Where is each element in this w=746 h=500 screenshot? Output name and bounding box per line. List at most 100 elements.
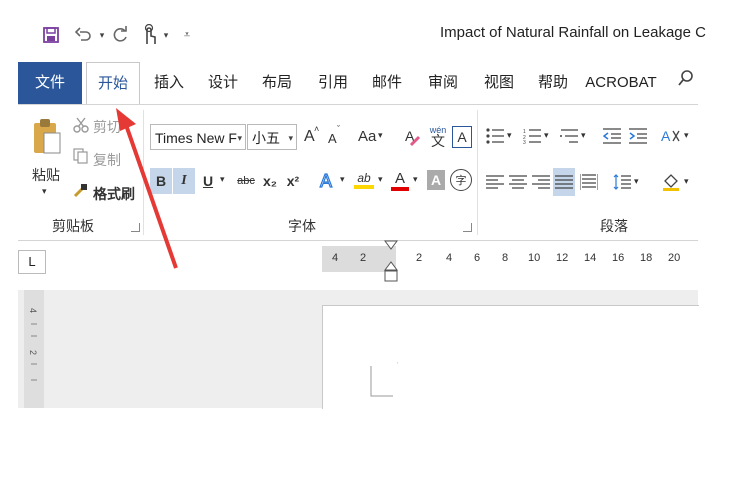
character-border-button[interactable]: A bbox=[452, 126, 472, 148]
increase-indent-icon[interactable] bbox=[627, 124, 649, 148]
undo-dropdown-icon[interactable]: ▾ bbox=[96, 22, 108, 48]
underline-dropdown-icon[interactable]: ▾ bbox=[220, 174, 225, 185]
bold-button[interactable]: B bbox=[150, 168, 172, 194]
tab-selector-button[interactable]: L bbox=[18, 250, 46, 274]
font-name-value: Times New F bbox=[155, 130, 237, 146]
numbering-icon[interactable]: 123 bbox=[521, 124, 543, 148]
search-icon[interactable] bbox=[674, 62, 698, 104]
change-case-dropdown-icon[interactable]: ▾ bbox=[378, 130, 383, 141]
tab-file[interactable]: 文件 bbox=[18, 62, 82, 104]
ruler-tick: 2 bbox=[360, 252, 367, 264]
font-size-combo[interactable]: 小五 ▾ bbox=[247, 124, 297, 150]
touch-dropdown-icon[interactable]: ▾ bbox=[160, 22, 172, 48]
chevron-down-icon: ▾ bbox=[237, 133, 242, 143]
touch-icon[interactable] bbox=[136, 22, 162, 48]
chinese-layout-icon[interactable]: A bbox=[660, 124, 682, 148]
tab-acrobat[interactable]: ACROBAT bbox=[584, 62, 658, 104]
paragraph-group-label: 段落 bbox=[600, 218, 628, 234]
tab-help[interactable]: 帮助 bbox=[530, 62, 576, 104]
line-spacing-dropdown-icon[interactable]: ▾ bbox=[634, 176, 639, 187]
ruler-tick: 14 bbox=[584, 252, 597, 264]
font-color-button[interactable]: A bbox=[390, 166, 410, 194]
enclose-characters-button[interactable]: 字 bbox=[450, 169, 472, 191]
shrink-font-button[interactable]: A bbox=[328, 131, 337, 146]
quick-access-toolbar: ▾ ▾ ⩡ Impact of Natural Rainfall on Leak… bbox=[0, 0, 746, 60]
superscript-button[interactable]: x² bbox=[283, 168, 303, 194]
svg-text:2: 2 bbox=[28, 350, 38, 355]
clear-formatting-icon[interactable]: A bbox=[402, 126, 422, 148]
ribbon-tabs: 文件 开始 插入 设计 布局 引用 邮件 审阅 视图 帮助 ACROBAT bbox=[18, 62, 698, 106]
tab-view[interactable]: 视图 bbox=[476, 62, 522, 104]
distributed-icon[interactable] bbox=[578, 170, 600, 194]
tab-review[interactable]: 审阅 bbox=[420, 62, 466, 104]
strikethrough-button[interactable]: abc bbox=[234, 168, 258, 194]
indent-marker-icon[interactable] bbox=[384, 240, 398, 284]
shading-icon[interactable] bbox=[660, 168, 682, 194]
format-painter-icon[interactable] bbox=[72, 181, 90, 199]
bullets-icon[interactable] bbox=[484, 124, 506, 148]
line-spacing-icon[interactable] bbox=[611, 170, 633, 194]
bullets-dropdown-icon[interactable]: ▾ bbox=[507, 130, 512, 141]
character-shading-button[interactable]: A bbox=[427, 170, 445, 190]
cut-label[interactable]: 剪切 bbox=[93, 117, 121, 137]
highlight-dropdown-icon[interactable]: ▾ bbox=[378, 174, 383, 185]
multilevel-dropdown-icon[interactable]: ▾ bbox=[581, 130, 586, 141]
document-title: Impact of Natural Rainfall on Leakage C bbox=[440, 24, 706, 41]
font-launcher-icon[interactable] bbox=[463, 223, 472, 232]
clipboard-launcher-icon[interactable] bbox=[131, 223, 140, 232]
clipboard-group-label: 剪贴板 bbox=[52, 218, 94, 234]
ruler-tick: 8 bbox=[502, 252, 509, 264]
highlight-button[interactable]: ab bbox=[352, 166, 376, 194]
font-name-combo[interactable]: Times New F ▾ bbox=[150, 124, 246, 150]
chevron-down-icon: ▾ bbox=[288, 133, 293, 143]
format-painter-label[interactable]: 格式刷 bbox=[93, 184, 135, 204]
text-effects-icon[interactable]: A bbox=[316, 166, 338, 194]
text-effects-dropdown-icon[interactable]: ▾ bbox=[340, 174, 345, 185]
phonetic-guide-icon[interactable]: wén 文 bbox=[428, 122, 448, 150]
save-icon[interactable] bbox=[38, 22, 64, 48]
numbering-dropdown-icon[interactable]: ▾ bbox=[544, 130, 549, 141]
copy-label[interactable]: 复制 bbox=[93, 150, 121, 170]
chinese-layout-dropdown-icon[interactable]: ▾ bbox=[684, 130, 689, 141]
vertical-ruler[interactable]: 42 bbox=[24, 290, 44, 408]
paste-dropdown-icon[interactable]: ▾ bbox=[42, 186, 47, 197]
align-center-icon[interactable] bbox=[507, 170, 529, 194]
subscript-button[interactable]: x₂ bbox=[260, 168, 280, 194]
cut-icon[interactable] bbox=[72, 116, 90, 134]
ruler-tick: 16 bbox=[612, 252, 625, 264]
ruler-tick: 4 bbox=[446, 252, 453, 264]
multilevel-list-icon[interactable] bbox=[558, 124, 580, 148]
customize-icon[interactable]: ⩡ bbox=[180, 22, 194, 48]
tab-home[interactable]: 开始 bbox=[86, 62, 140, 106]
ruler-tick: 10 bbox=[528, 252, 541, 264]
grow-caret-icon: ˄ bbox=[314, 124, 320, 134]
ruler-text-area bbox=[396, 246, 698, 272]
tab-insert[interactable]: 插入 bbox=[146, 62, 192, 104]
shading-dropdown-icon[interactable]: ▾ bbox=[684, 176, 689, 187]
tab-layout[interactable]: 布局 bbox=[254, 62, 300, 104]
change-case-button[interactable]: Aa bbox=[358, 128, 376, 145]
align-right-icon[interactable] bbox=[530, 170, 552, 194]
underline-button[interactable]: U bbox=[199, 168, 217, 194]
copy-icon[interactable] bbox=[72, 147, 90, 165]
ruler-tick: 12 bbox=[556, 252, 569, 264]
font-color-dropdown-icon[interactable]: ▾ bbox=[413, 174, 418, 185]
align-left-icon[interactable] bbox=[484, 170, 506, 194]
horizontal-ruler[interactable]: 4 2 2 4 6 8 10 12 14 16 18 20 bbox=[322, 246, 698, 272]
redo-icon[interactable] bbox=[108, 22, 132, 48]
justify-icon[interactable] bbox=[553, 168, 575, 196]
svg-text:A: A bbox=[661, 128, 671, 144]
ruler-tick: 20 bbox=[668, 252, 681, 264]
undo-icon[interactable] bbox=[72, 22, 96, 48]
decrease-indent-icon[interactable] bbox=[601, 124, 623, 148]
tab-design[interactable]: 设计 bbox=[200, 62, 246, 104]
svg-text:3: 3 bbox=[523, 140, 526, 144]
document-page[interactable]: ˈ bbox=[322, 305, 699, 409]
paste-label[interactable]: 粘贴 bbox=[32, 165, 60, 185]
paste-icon[interactable] bbox=[30, 115, 64, 159]
italic-button[interactable]: I bbox=[173, 168, 195, 194]
ruler-tick: 6 bbox=[474, 252, 481, 264]
tab-references[interactable]: 引用 bbox=[310, 62, 356, 104]
tab-mailings[interactable]: 邮件 bbox=[364, 62, 410, 104]
group-separator bbox=[477, 110, 478, 235]
